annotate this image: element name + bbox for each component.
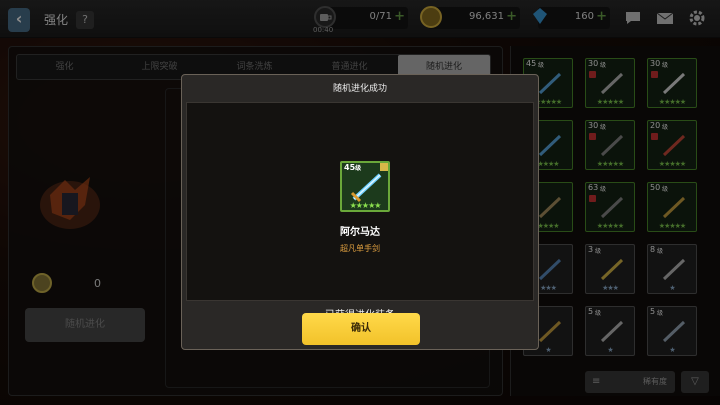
item-name: 阿尔马达 [340,227,380,238]
dialog-title: 随机进化成功 [332,84,387,94]
evolve-success-dialog: 随机进化成功 45级 ★★★★★ 阿尔马达 超凡单手剑 已获得进化装备 确认 [181,74,539,350]
result-item-card[interactable]: 45级 ★★★★★ [340,161,390,212]
item-stars: ★★★★★ [349,201,382,210]
sword-icon [350,173,382,203]
corner-badge [380,163,388,171]
item-type: 超凡单手剑 [340,244,380,253]
confirm-button[interactable]: 确认 [302,313,420,345]
dialog-body: 45级 ★★★★★ 阿尔马达 超凡单手剑 已获得进化装备 [186,102,534,321]
